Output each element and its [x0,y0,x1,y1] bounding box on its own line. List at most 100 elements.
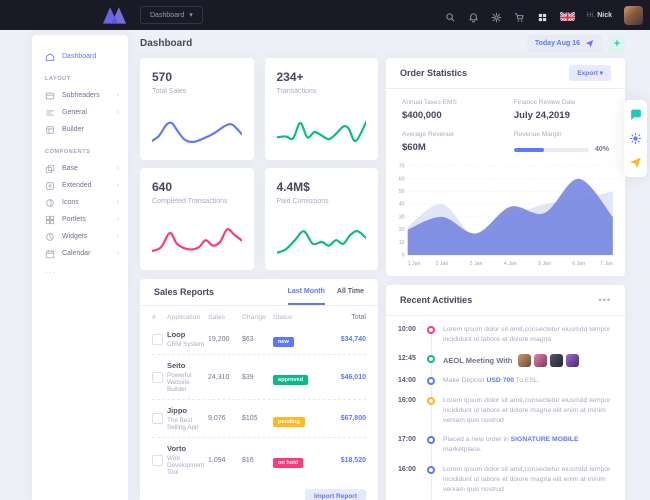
chevron-right-icon: › [117,233,119,240]
sales-reports-card: Sales Reports Last Month All Time #Appli… [140,279,378,500]
sidebar-item-widgets[interactable]: Widgets › [32,228,128,245]
quick-gear-solid-button[interactable] [629,132,642,145]
ellipsis-menu-icon[interactable]: ••• [599,295,611,305]
tab-all-time[interactable]: All Time [337,279,364,305]
cart-icon[interactable] [514,10,525,21]
table-row: Seito Powerful Website Builder 24,310 $3… [152,355,366,400]
sidebar-item-base[interactable]: Base › [32,160,128,177]
main-content: Dashboard Today Aug 16 + 570 Total Sales… [140,35,625,500]
timeline-dot-icon [427,326,435,334]
timeline-dot-icon [427,377,435,385]
today-date-button[interactable]: Today Aug 16 [527,35,602,52]
sliders-icon [45,108,55,118]
application-name[interactable]: Jippo [167,406,208,415]
application-name[interactable]: Seito [167,361,208,370]
revenue-margin-progress [514,148,589,152]
user-avatar[interactable] [624,6,643,25]
application-description: CRM System [167,341,208,348]
search-icon [445,12,456,23]
sidebar-more-item[interactable]: ··· [32,262,128,283]
stat-value: 4.4M$ [277,180,367,194]
total-value: $46,010 [319,374,366,381]
table-row: Vorto Web Development Tool 1,094 $16 on … [152,438,366,482]
tab-last-month[interactable]: Last Month [288,279,325,305]
svg-text:60: 60 [399,176,405,182]
sidebar-item-general[interactable]: General › [32,104,128,121]
sales-reports-footer: Import Report [140,482,378,500]
timeline-item: 16:00 Lorem ipsum dolor sit amit,consect… [398,396,611,427]
sidebar-item-calendar[interactable]: Calendar › [32,245,128,262]
quick-chat-button[interactable] [629,108,642,121]
row-checkbox[interactable] [152,334,163,345]
attendee-avatar[interactable] [566,354,579,367]
search-icon[interactable] [445,10,456,21]
sales-reports-header: Sales Reports Last Month All Time [140,279,378,306]
grid-icon[interactable] [537,10,548,21]
row-checkbox[interactable] [152,455,163,466]
quick-send-button[interactable] [629,156,642,169]
attendee-avatar[interactable] [534,354,547,367]
application-description: Powerful Website Builder [167,372,208,393]
send-icon [629,156,642,169]
quick-actions-panel [624,100,647,177]
sidebar-item-subheaders[interactable]: Subheaders › [32,87,128,104]
timeline-dot-icon [427,355,435,363]
recent-activities-title: Recent Activities [400,295,472,305]
export-button[interactable]: Export ▾ [569,65,611,81]
sidebar-item-dashboard[interactable]: Dashboard [32,48,128,65]
activity-text: Lorem ipsum dolor sit amit,consectetur e… [443,325,611,345]
svg-text:6 Jan: 6 Jan [572,261,585,267]
progress-value: 40% [595,146,609,153]
application-name[interactable]: Loop [167,330,208,339]
user-name: Nick [597,12,612,19]
gear-icon[interactable] [491,10,502,21]
sidebar-item-portlets[interactable]: Portlets › [32,211,128,228]
column-header: Total [319,314,366,321]
navbar-dashboard-dropdown[interactable]: Dashboard ▾ [140,6,203,24]
stat-label: Transactions [277,88,367,95]
export-label: Export [577,70,598,77]
activity-link[interactable]: SIGNATURE MOBILE [511,436,579,443]
svg-text:20: 20 [399,227,405,233]
timeline-dot-icon [427,397,435,405]
column-header: Sales [208,314,242,321]
home-icon [45,52,55,62]
portlets-icon [45,215,55,225]
sales-reports-title: Sales Reports [154,287,214,297]
sidebar-item-builder[interactable]: Builder [32,121,128,138]
activity-time: 16:00 [398,396,424,404]
sidebar-item-icons[interactable]: Icons › [32,194,128,211]
row-checkbox[interactable] [152,372,163,383]
status-badge: on hold [273,458,303,468]
cart-icon [514,12,525,23]
activity-text: Lorem ipsum dolor sit amit,consectetur e… [443,465,611,496]
greeting-prefix: Hi, [587,12,596,19]
language-flag-icon[interactable] [560,10,575,21]
metric: Finance Review Date July 24,2019 [514,99,609,121]
bell-icon[interactable] [468,10,479,21]
sparkline-chart [277,114,367,150]
stat-value: 234+ [277,70,367,84]
stat-card: 640 Completed Transactions [140,168,254,270]
application-description: The Best Selling App [167,417,208,431]
application-name[interactable]: Vorto [167,444,208,453]
total-value: $34,740 [319,336,366,343]
user-greeting[interactable]: Hi,Nick [587,12,612,19]
add-button[interactable]: + [609,36,625,52]
page-title: Dashboard [140,38,192,49]
brand-logo-icon[interactable] [101,5,128,25]
today-date-label: Today Aug 16 [535,40,580,47]
chat-icon [629,108,642,121]
navbar-dashboard-dropdown-label: Dashboard [150,12,184,19]
status-badge: pending [273,417,305,427]
sidebar-item-extended[interactable]: Extended › [32,177,128,194]
sales-table: #ApplicationSalesChangeStatusTotal Loop … [140,306,378,482]
svg-text:40: 40 [399,202,405,208]
attendee-avatar[interactable] [518,354,531,367]
row-checkbox[interactable] [152,413,163,424]
chevron-right-icon: › [117,182,119,189]
activity-link[interactable]: USD 700 [486,377,514,384]
timeline-dot-icon [427,436,435,444]
import-report-button[interactable]: Import Report [305,489,366,500]
attendee-avatar[interactable] [550,354,563,367]
